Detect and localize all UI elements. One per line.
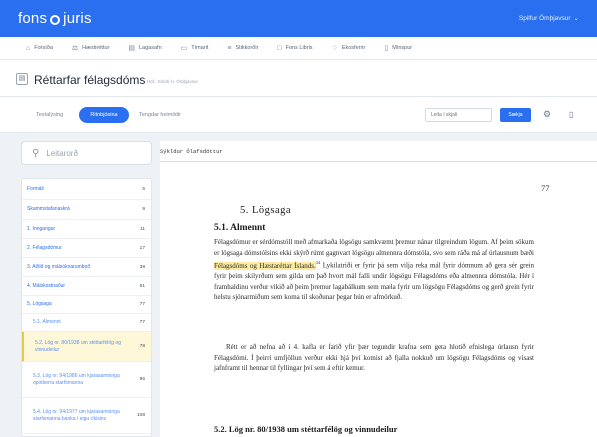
toc-item-label: 5.3. Lög nr. 94/1986 um kjarasamninga op… [33,372,120,386]
toc-item-label: 2. Félagsdómur [27,244,62,251]
nav-label: Stikkorðir [235,45,259,51]
toc-item-label: 5.2. Lög nr. 80/1938 um stéttarfélög og … [35,339,121,353]
toc-item-label: Skammstafanaskrá [27,206,70,212]
toc-item-label: 3. Aðild og málsóknarumboð [27,263,91,270]
page-title: Réttarfar félagsdóms [34,73,146,87]
sidebar-search-input[interactable]: ⚲ Leitarorð [21,141,152,165]
search-placeholder: Leitarorð [46,148,78,158]
page-number: 77 [541,183,550,193]
nav-label: Fons Libris [285,45,313,51]
toc-item[interactable]: Skammstafanaskrá 9 [22,200,151,220]
gavel-icon: ⚖ [71,45,79,52]
toc-item-label: 4. Málskostnaður [27,282,66,289]
toc-item-page: 77 [139,302,145,307]
nav-label: Tímarit [191,45,209,51]
highlighted-text[interactable]: Félagsdóms og Hæstaréttar Íslands. [214,261,316,270]
toc-item-page: 61 [139,283,145,289]
toc-item[interactable]: 1. Inngangur 11 [22,220,151,239]
find-button[interactable]: Sækja [500,108,531,122]
logo-ring-icon [50,14,61,25]
toc-item-page: 9 [142,207,145,212]
tab-ritnbjosina[interactable]: Ritnbjósina [79,107,129,123]
search-icon: ⚲ [32,147,40,159]
toc-item-page: 96 [139,377,145,382]
nav-item-lagasafn[interactable]: ▤ Lagasafn [128,44,161,52]
toc-item-label: 5. Lögsaga [27,301,52,307]
title-bar: ▤ Réttarfar félagsdóms Höf.: Sindri H. Ó… [0,60,597,97]
document-icon: ▭ [180,45,188,52]
nav-item-ekosferrir[interactable]: ♢ Ekosferrir [332,44,366,52]
toc-item[interactable]: 5.3. Lög nr. 94/1986 um kjarasamninga op… [22,362,151,398]
tab-tengdar-heimildir[interactable]: Tengdar heimildir [139,107,181,123]
main-nav: ⌂ Forsíða ⚖ Hæstiréttur ▤ Lagasafn ▭ Tím… [0,37,597,60]
toc-item[interactable]: 4. Málskostnaður 61 [22,277,151,296]
nav-label: Forsíða [34,45,53,51]
toc-item[interactable]: 3. Aðild og málsóknarumboð 39 [22,258,151,277]
toc-item-page: 11 [140,226,145,232]
logo-text-left: fons [18,10,48,27]
sidebar: ⚲ Leitarorð Formáli 5 Skammstafanaskrá 9… [15,141,157,437]
page-subtitle: Höf.: Sindri H. Ómþjavsur [147,79,199,84]
nav-item-stikkord[interactable]: ≡ Stikkorðir [227,45,258,52]
nav-label: Mínspur [392,45,413,51]
nav-label: Lagasafn [139,45,162,51]
user-name: Spilfur Ömþjavsur [518,14,571,22]
toc-item-page: 77 [139,320,145,325]
paragraph: Rétt er að nefna að í 4. kafla er farið … [214,343,534,373]
toc-item[interactable]: 2. Félagsdómur 17 [22,239,151,258]
paragraph: Félagsdómur er sérdómstóll með afmarkaða… [214,237,534,303]
list-icon: ≡ [227,44,232,52]
toc-item[interactable]: 5.4. Lög nr. 94/1977 um kjarasamninga st… [22,398,151,434]
page-icon: ▯ [384,45,389,52]
paragraph-text: Félagsdómur er sérdómstóll með afmarkaða… [214,238,534,257]
nav-label: Hæstiréttur [82,45,110,51]
divider [160,161,597,162]
toc-item[interactable]: 5. Lögsaga 77 [22,296,151,314]
top-bar: fons juris Spilfur Ömþjavsur ⌄ [0,0,597,37]
nav-item-timarit[interactable]: ▭ Tímarit [181,44,209,52]
gear-icon[interactable]: ⚙ [543,109,551,120]
toc-item-page: 108 [136,413,145,418]
toc-item-page: 39 [139,264,145,270]
fonsjuris-logo[interactable]: fons juris [18,10,92,27]
toc-item[interactable]: 5.1. Almennt 77 [22,314,151,332]
bookmark-icon[interactable]: ▯ [569,110,573,119]
subsection-heading: 5.1. Almennt [214,223,266,233]
tab-textalysing[interactable]: Textalýsing [36,107,63,123]
book-icon: ▤ [128,45,135,52]
bell-icon: ♢ [331,45,338,52]
subsection-heading: 5.2. Lög nr. 80/1938 um stéttarfélög og … [214,424,398,434]
find-in-document-input[interactable] [425,108,492,122]
toc-item-page: 78 [139,344,145,349]
home-icon: ⌂ [26,44,31,52]
toc-item-label: Formáli [27,185,44,192]
user-menu[interactable]: Spilfur Ömþjavsur ⌄ [518,14,579,23]
toc-item-label: 5.1. Almennt [33,319,61,325]
nav-item-minspur[interactable]: ▯ Mínspur [384,44,412,52]
toc-item-active[interactable]: 5.2. Lög nr. 80/1938 um stéttarfélög og … [22,332,151,362]
nav-label: Ekosferrir [341,45,366,51]
logo-text-right: juris [63,10,92,27]
folder-icon: □ [277,44,282,52]
toc-item-page: 5 [142,186,145,192]
toc-item-label: 5.4. Lög nr. 94/1977 um kjarasamninga st… [33,408,120,422]
document-viewer[interactable]: Sýkldur Ólafsdóttur 77 5. Lögsaga 5.1. A… [160,141,597,437]
toc-item-page: 17 [139,245,145,251]
section-heading: 5. Lögsaga [240,205,292,216]
nav-item-forsida[interactable]: ⌂ Forsíða [26,45,53,52]
toc-item-label: 1. Inngangur [27,225,56,232]
nav-item-fons-libris[interactable]: □ Fons Libris [277,45,312,52]
toc-item[interactable]: Formáli 5 [22,179,151,200]
table-of-contents: Formáli 5 Skammstafanaskrá 9 1. Inngangu… [21,178,152,437]
chevron-down-icon: ⌄ [573,15,579,22]
document-stamp: Sýkldur Ólafsdóttur [160,148,223,155]
book-toggle-icon[interactable]: ▤ [16,73,28,85]
nav-item-haestirettur[interactable]: ⚖ Hæstiréttur [72,44,109,52]
